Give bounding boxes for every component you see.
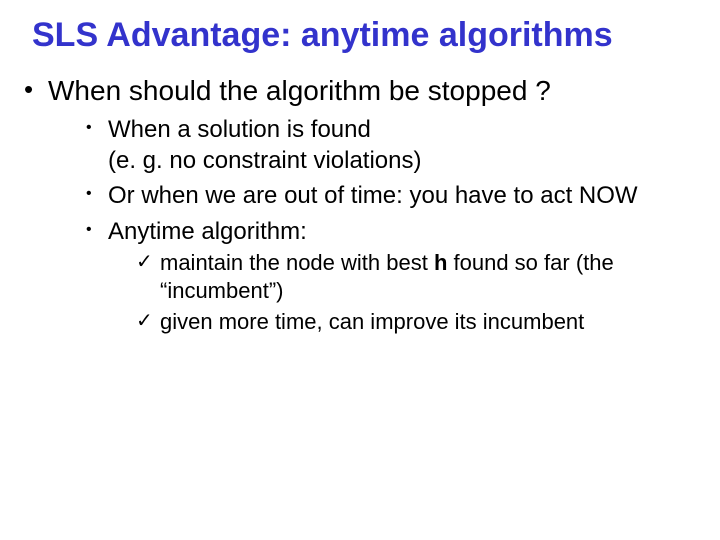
bullet-list-level2: When a solution is found (e. g. no const… [84,114,708,337]
l2-item-1: When a solution is found (e. g. no const… [84,114,708,176]
l3-item-1-pre: maintain the node with best [160,250,434,275]
slide-title: SLS Advantage: anytime algorithms [32,16,708,55]
l2-item-3: Anytime algorithm: ✓ maintain the node w… [84,216,708,337]
l3-item-2-text: given more time, can improve its incumbe… [160,309,584,334]
l1-item-1-text: When should the algorithm be stopped ? [48,75,551,106]
l2-item-1-line2: (e. g. no constraint violations) [108,147,422,174]
l2-item-2-text: Or when we are out of time: you have to … [108,182,638,209]
l1-item-1: When should the algorithm be stopped ? W… [20,73,708,337]
l3-item-1: ✓ maintain the node with best h found so… [136,249,708,306]
l3-item-2: ✓ given more time, can improve its incum… [136,308,708,337]
l2-item-3-text: Anytime algorithm: [108,218,307,245]
checkmark-icon: ✓ [136,308,153,334]
bullet-list-level3: ✓ maintain the node with best h found so… [136,249,708,337]
bullet-list-level1: When should the algorithm be stopped ? W… [20,73,708,337]
l3-item-1-h: h [434,250,447,275]
l2-item-1-line1: When a solution is found [108,116,371,143]
checkmark-icon: ✓ [136,249,153,275]
l2-item-2: Or when we are out of time: you have to … [84,180,708,211]
